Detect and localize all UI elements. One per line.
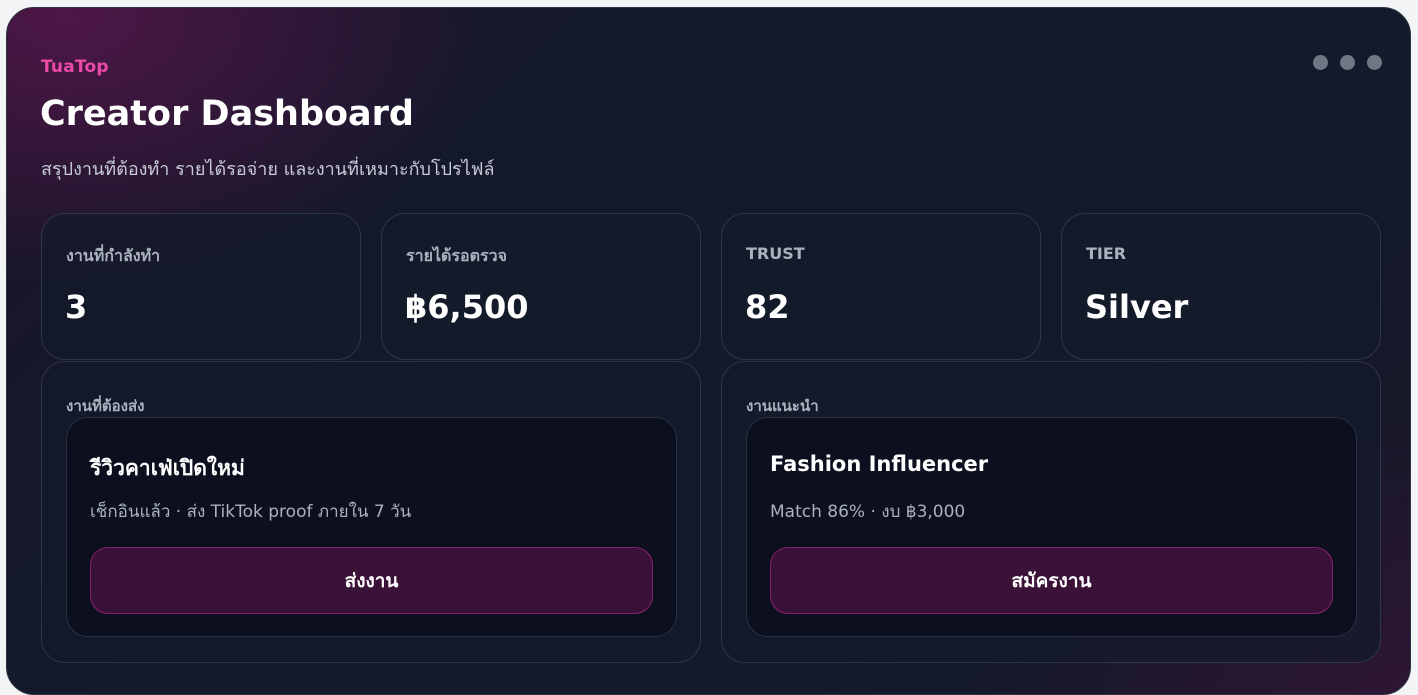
task-card: รีวิวคาเฟ่เปิดใหม่ เช็กอินแล้ว · ส่ง Tik… [66, 417, 677, 637]
stat-card-trust: TRUST 82 [721, 213, 1041, 360]
more-dots-icon[interactable] [1313, 55, 1382, 70]
dot [1313, 55, 1328, 70]
stat-value: ฿6,500 [405, 288, 529, 326]
job-meta: เช็กอินแล้ว · ส่ง TikTok proof ภายใน 7 ว… [90, 502, 412, 522]
recommended-panel: งานแนะนำ Fashion Influencer Match 86% · … [721, 361, 1381, 663]
stat-label: รายได้รอตรวจ [406, 246, 507, 265]
recommended-card: Fashion Influencer Match 86% · งบ ฿3,000… [746, 417, 1357, 637]
section-label: งานแนะนำ [746, 397, 819, 415]
dot [1340, 55, 1355, 70]
stat-value: Silver [1085, 288, 1189, 326]
dashboard-window: TuaTop Creator Dashboard สรุปงานที่ต้องท… [6, 7, 1411, 695]
stat-label: TRUST [746, 244, 805, 263]
section-label: งานที่ต้องส่ง [66, 397, 145, 415]
job-title: รีวิวคาเฟ่เปิดใหม่ [90, 456, 245, 480]
stat-label: TIER [1086, 244, 1127, 263]
dot [1367, 55, 1382, 70]
page-title: Creator Dashboard [40, 94, 414, 134]
stat-card-pending-income: รายได้รอตรวจ ฿6,500 [381, 213, 701, 360]
tasks-panel: งานที่ต้องส่ง รีวิวคาเฟ่เปิดใหม่ เช็กอิน… [41, 361, 701, 663]
page-subtitle: สรุปงานที่ต้องทำ รายได้รอจ่าย และงานที่เ… [41, 159, 495, 180]
job-meta: Match 86% · งบ ฿3,000 [770, 502, 966, 522]
apply-job-button[interactable]: สมัครงาน [770, 547, 1333, 614]
stat-value: 3 [65, 288, 88, 326]
stat-card-active-jobs: งานที่กำลังทำ 3 [41, 213, 361, 360]
stat-card-tier: TIER Silver [1061, 213, 1381, 360]
stat-value: 82 [745, 288, 790, 326]
brand-name: TuaTop [41, 57, 109, 77]
job-title: Fashion Influencer [770, 452, 989, 476]
stat-label: งานที่กำลังทำ [66, 246, 161, 265]
submit-work-button[interactable]: ส่งงาน [90, 547, 653, 614]
